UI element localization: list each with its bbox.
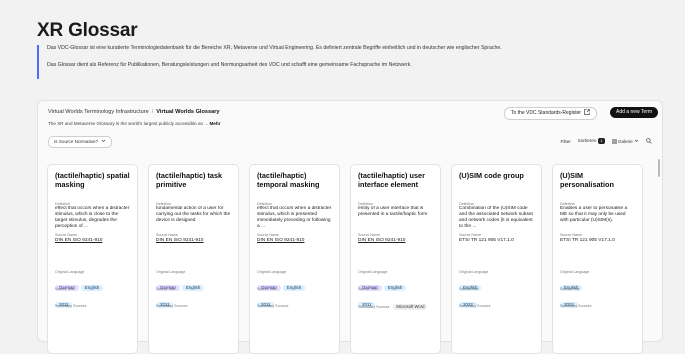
glossary-card[interactable]: (tactile/haptic) task primitive Definiti… (148, 164, 239, 354)
source-name-label: Source Name (560, 233, 582, 237)
original-language-label: Original Language (459, 270, 489, 274)
breadcrumb-separator: / (151, 109, 154, 115)
chevron-down-icon (634, 139, 639, 142)
sort-count-badge: 1 (598, 138, 605, 144)
card-definition: Combination of the (U)SIM code and the a… (459, 206, 533, 229)
source-name-label: Source Name (459, 233, 481, 237)
external-link-icon (584, 109, 591, 115)
source-year-label: Source Year (560, 287, 580, 291)
secondary-sources-label: Secondary Sources Microsoft Word (358, 304, 433, 310)
secondary-source-tag: Microsoft Word (393, 304, 428, 310)
source-name-label: Source Name (55, 233, 77, 237)
breadcrumb-current: Virtual Worlds Glossary (156, 109, 220, 115)
original-language-label: Original Language (156, 270, 186, 274)
sort-button[interactable]: Sortieren 1 (578, 138, 605, 144)
card-title: (U)SIM personalisation (560, 171, 614, 189)
view-toolbar: Filter Sortieren 1 Galerie (561, 138, 652, 144)
secondary-sources-label: Secondary Sources (257, 304, 289, 308)
grid-icon (611, 139, 617, 144)
card-title: (tactile/haptic) spatial masking (55, 171, 130, 189)
gallery-view-button[interactable]: Galerie (611, 138, 639, 144)
glossary-card[interactable]: (U)SIM code group Definition Combination… (451, 164, 542, 354)
source-normative-select[interactable]: Is Source Normative? (48, 136, 113, 148)
glossary-card[interactable]: (tactile/haptic) spatial masking Definit… (47, 164, 138, 354)
card-definition: Enables a user to personalise a ME so th… (560, 206, 628, 223)
chevron-down-icon (102, 139, 106, 142)
original-language-label: Original Language (560, 270, 590, 274)
language-tag: English (80, 285, 104, 291)
card-definition: effect that occurs when a distracter sti… (55, 206, 130, 229)
original-language-label: Original Language (55, 270, 85, 274)
sort-label: Sortieren (577, 138, 597, 143)
breadcrumb: Virtual Worlds Terminology Infrastructur… (48, 109, 220, 115)
secondary-sources-label: Secondary Sources (55, 304, 87, 308)
original-language-label: Original Language (358, 270, 388, 274)
card-title: (U)SIM code group (459, 171, 524, 180)
search-icon[interactable] (646, 138, 652, 144)
language-tag: English (282, 285, 306, 291)
secondary-sources-label: Secondary Sources (459, 304, 491, 308)
source-name-label: Source Name (257, 233, 279, 237)
source-name-label: Source Name (156, 233, 178, 237)
panel-subtitle-text: The XR and Metaverse Glossary is the wor… (48, 121, 209, 126)
source-year-label: Source Year (459, 287, 479, 291)
secondary-sources-label: Secondary Sources (560, 304, 592, 308)
card-title: (tactile/haptic) task primitive (156, 171, 223, 189)
filter-button[interactable]: Filter (561, 139, 571, 144)
language-tag: English (383, 285, 407, 291)
card-title: (tactile/haptic) user interface element (358, 171, 425, 189)
source-name-label: Source Name (358, 233, 380, 237)
glossary-card[interactable]: (tactile/haptic) user interface element … (350, 164, 441, 354)
standards-register-button[interactable]: To the VDC Standards-Register (504, 107, 598, 120)
card-gallery: (tactile/haptic) spatial masking Definit… (47, 164, 653, 354)
glossary-card[interactable]: (tactile/haptic) temporal masking Defini… (249, 164, 340, 354)
card-definition: fundamental action of a user for carryin… (156, 206, 231, 223)
intro-paragraph-1: Das VDC-Glossar ist eine kuratierte Term… (47, 45, 502, 51)
glossary-card[interactable]: (U)SIM personalisation Definition Enable… (552, 164, 643, 354)
add-term-button[interactable]: Add a new Term (610, 107, 659, 118)
breadcrumb-parent[interactable]: Virtual Worlds Terminology Infrastructur… (48, 109, 149, 115)
more-link[interactable]: Mehr (209, 121, 220, 126)
card-definition: effect that occurs when a distracter sti… (257, 206, 332, 229)
standards-register-label: To the VDC Standards-Register (511, 110, 582, 116)
card-title: (tactile/haptic) temporal masking (257, 171, 320, 189)
intro-block: Das VDC-Glossar ist eine kuratierte Term… (37, 45, 662, 79)
panel-subtitle: The XR and Metaverse Glossary is the wor… (48, 121, 220, 126)
secondary-sources-label-text: Secondary Sources (358, 305, 390, 309)
glossary-panel: Virtual Worlds Terminology Infrastructur… (37, 100, 663, 354)
intro-paragraph-2: Das Glossar dient als Referenz für Publi… (47, 62, 412, 68)
page-title: XR Glossar (37, 20, 138, 41)
scrollbar[interactable] (658, 159, 660, 177)
card-definition: entity of a user interface that is prese… (358, 206, 428, 217)
language-tag: English (181, 285, 205, 291)
gallery-view-label: Galerie (617, 139, 633, 144)
original-language-label: Original Language (257, 270, 287, 274)
source-normative-select-label: Is Source Normative? (54, 139, 99, 144)
secondary-sources-label: Secondary Sources (156, 304, 188, 308)
